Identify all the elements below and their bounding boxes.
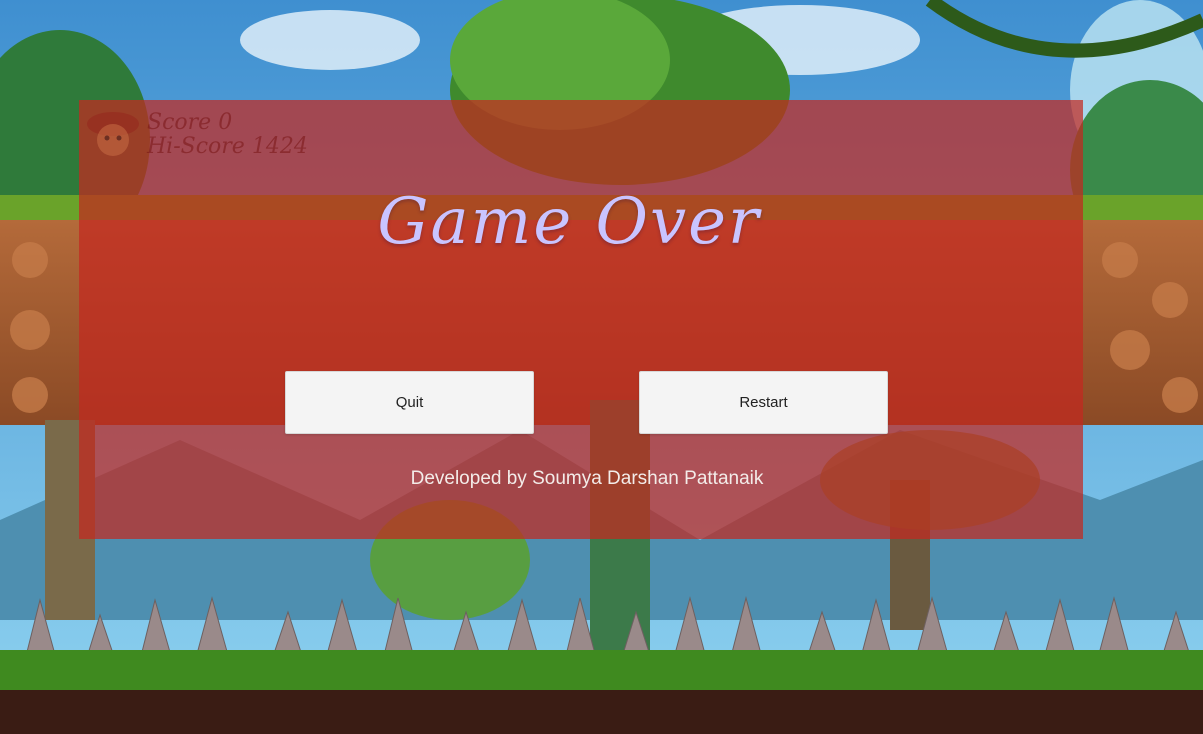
quit-button[interactable]: Quit [285,371,534,434]
character-avatar-icon [87,112,139,156]
score-hud: Score 0 Hi-Score 1424 [85,104,325,164]
score-readout: Score 0 [147,110,232,135]
hiscore-value: 1424 [251,134,308,159]
game-over-title: Game Over [377,185,761,259]
developer-credit: Developed by Soumya Darshan Pattanaik [410,468,764,489]
restart-button[interactable]: Restart [639,371,888,434]
hiscore-readout: Hi-Score 1424 [147,134,308,159]
score-value: 0 [218,110,233,135]
score-label: Score [147,110,212,135]
hiscore-label: Hi-Score [147,134,245,159]
